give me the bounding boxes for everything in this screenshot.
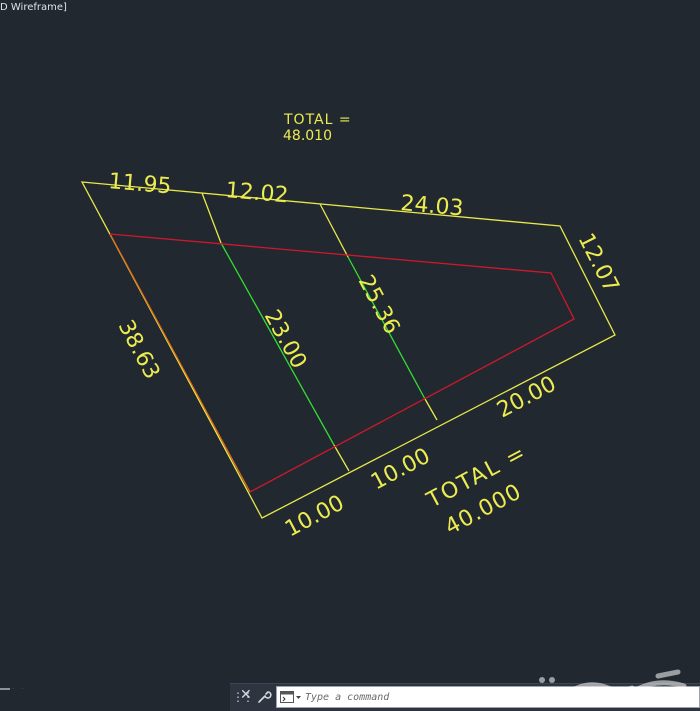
ucs-icon [0,688,23,690]
parcel-boundary [80,181,616,519]
top-total-value: 48.010 [283,128,332,144]
drawing-canvas[interactable]: TOTAL = 48.010 11.95 12.02 24.03 12.07 3… [0,0,700,710]
close-icon[interactable]: ✕ [240,687,252,703]
command-prompt-icon[interactable] [280,690,302,704]
dim-bottom-left: 10.00 [281,491,348,543]
dim-top-left: 11.95 [107,169,172,199]
divider-right-lower [424,398,438,421]
left-edge-orange [109,233,251,493]
dim-divider-left: 23.00 [259,306,311,373]
divider-left-upper [201,192,222,244]
dim-left-side: 38.63 [113,316,165,383]
command-input[interactable] [305,687,485,707]
dim-top-right: 24.03 [399,191,464,221]
customize-wrench-icon[interactable] [256,688,272,704]
dim-top-mid: 12.02 [224,178,289,208]
dim-divider-right: 25.36 [353,271,405,338]
dim-right-side: 12.07 [573,229,624,296]
watermark-logo [513,669,687,705]
dim-bottom-right: 20.00 [493,372,560,424]
top-total-label: TOTAL = [283,112,352,128]
divider-right-upper [319,203,349,258]
dim-bottom-mid: 10.00 [367,444,434,496]
divider-left-lower [333,444,350,472]
